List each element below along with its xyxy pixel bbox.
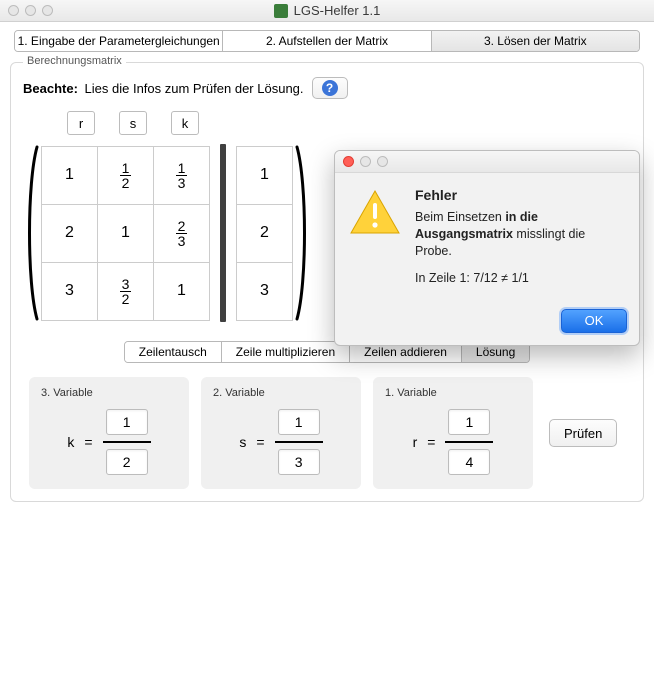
matrix-cell: 1 <box>154 262 210 320</box>
dialog-zoom-icon <box>377 156 388 167</box>
matrix-cell: 23 <box>154 204 210 262</box>
panel-variable-2: 2. Variable s = <box>201 377 361 489</box>
matrix-right: 123 <box>236 146 293 321</box>
panel-label-1: 1. Variable <box>385 387 521 399</box>
equals-k: = <box>84 434 92 450</box>
help-button[interactable]: ? <box>312 77 348 99</box>
numerator-k-input[interactable] <box>106 409 148 435</box>
matrix-cell: 32 <box>98 262 154 320</box>
fraction-bar <box>275 441 323 443</box>
fraction-bar <box>103 441 151 443</box>
window-title-text: LGS-Helfer 1.1 <box>294 3 381 18</box>
dialog-line1: Beim Einsetzen in die Ausgangsmatrix mis… <box>415 209 623 260</box>
matrix-separator <box>220 144 226 322</box>
main-tabs: 1. Eingabe der Parametergleichungen 2. A… <box>14 30 640 52</box>
group-title: Berechnungsmatrix <box>23 55 126 67</box>
ok-button[interactable]: OK <box>561 309 627 333</box>
matrix-cell: 3 <box>42 262 98 320</box>
var-header-r: r <box>67 111 95 135</box>
matrix-cell: 1 <box>98 204 154 262</box>
panel-variable-1: 1. Variable r = <box>373 377 533 489</box>
fraction-r <box>445 409 493 475</box>
dialog-text: Fehler Beim Einsetzen in die Ausgangsmat… <box>415 187 623 297</box>
info-bold: Beachte: <box>23 81 78 96</box>
panel-variable-3: 3. Variable k = <box>29 377 189 489</box>
matrix-cell: 13 <box>154 146 210 204</box>
matrix-cell: 12 <box>98 146 154 204</box>
symbol-s: s <box>239 434 246 450</box>
equation-s: s = <box>213 409 349 475</box>
error-dialog: Fehler Beim Einsetzen in die Ausgangsmat… <box>334 150 640 346</box>
denominator-k-input[interactable] <box>106 449 148 475</box>
info-row: Beachte: Lies die Infos zum Prüfen der L… <box>23 77 631 99</box>
info-text: Beachte: Lies die Infos zum Prüfen der L… <box>23 81 304 96</box>
matrix-cell: 1 <box>237 146 293 204</box>
fraction-bar <box>445 441 493 443</box>
titlebar: LGS-Helfer 1.1 <box>0 0 654 22</box>
tab-aufstellen[interactable]: 2. Aufstellen der Matrix <box>223 31 431 51</box>
numerator-r-input[interactable] <box>448 409 490 435</box>
equals-s: = <box>256 434 264 450</box>
numerator-s-input[interactable] <box>278 409 320 435</box>
subtab-zeilentausch[interactable]: Zeilentausch <box>125 342 222 362</box>
denominator-s-input[interactable] <box>278 449 320 475</box>
fraction-s <box>275 409 323 475</box>
var-header-s: s <box>119 111 147 135</box>
subtab-multiplizieren[interactable]: Zeile multiplizieren <box>222 342 350 362</box>
variable-headers: r s k <box>67 111 631 135</box>
equation-r: r = <box>385 409 521 475</box>
dialog-title: Fehler <box>415 187 623 203</box>
warning-icon <box>349 187 401 239</box>
symbol-k: k <box>67 434 74 450</box>
help-icon: ? <box>322 80 338 96</box>
dialog-actions: OK <box>335 309 639 345</box>
info-body: Lies die Infos zum Prüfen der Lösung. <box>85 81 304 96</box>
dialog-minimize-icon <box>360 156 371 167</box>
dialog-titlebar <box>335 151 639 173</box>
matrix-cell: 3 <box>237 262 293 320</box>
app-icon <box>274 4 288 18</box>
equation-k: k = <box>41 409 177 475</box>
symbol-r: r <box>413 434 418 450</box>
left-bracket-icon <box>23 143 41 323</box>
matrix-left: 1121321233321 <box>41 146 210 321</box>
panel-label-2: 2. Variable <box>213 387 349 399</box>
matrix-cell: 2 <box>42 204 98 262</box>
fraction-k <box>103 409 151 475</box>
pruefen-button[interactable]: Prüfen <box>549 419 617 447</box>
panel-label-3: 3. Variable <box>41 387 177 399</box>
denominator-r-input[interactable] <box>448 449 490 475</box>
var-header-k: k <box>171 111 199 135</box>
tab-loesen[interactable]: 3. Lösen der Matrix <box>432 31 639 51</box>
dialog-line2: In Zeile 1: 7/12 ≠ 1/1 <box>415 270 623 287</box>
right-bracket-icon <box>293 143 311 323</box>
dialog-line1a: Beim Einsetzen <box>415 210 505 224</box>
solution-row: 3. Variable k = 2. Variable s = <box>23 377 631 489</box>
equals-r: = <box>427 434 435 450</box>
window-title: LGS-Helfer 1.1 <box>0 3 654 18</box>
dialog-body: Fehler Beim Einsetzen in die Ausgangsmat… <box>335 173 639 309</box>
matrix-cell: 2 <box>237 204 293 262</box>
matrix-cell: 1 <box>42 146 98 204</box>
dialog-close-icon[interactable] <box>343 156 354 167</box>
tab-eingabe[interactable]: 1. Eingabe der Parametergleichungen <box>15 31 223 51</box>
